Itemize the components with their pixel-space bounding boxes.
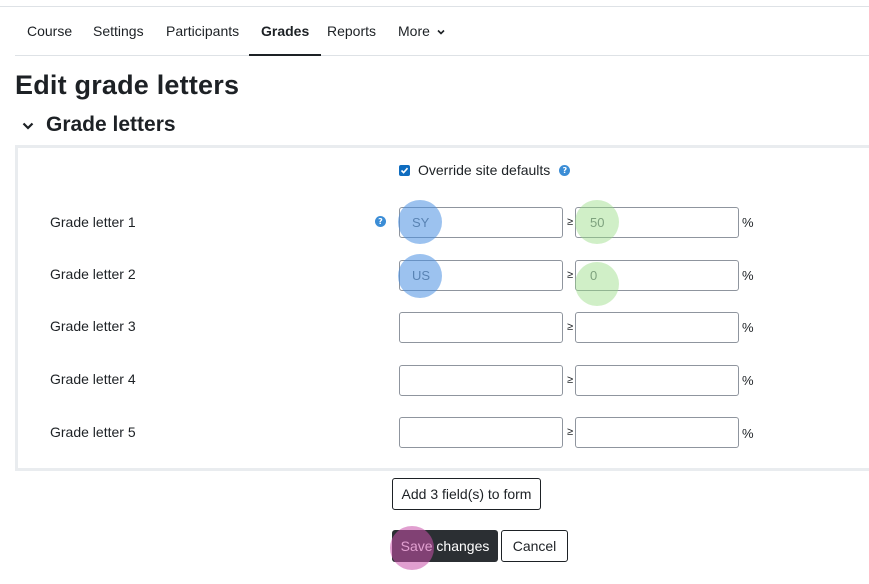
section-title: Grade letters (46, 113, 176, 136)
grade-letter-4-input[interactable] (399, 365, 563, 396)
nav-reports[interactable]: Reports (315, 7, 388, 55)
page-title: Edit grade letters (15, 70, 240, 100)
ge-symbol: ≥ (567, 321, 574, 333)
ge-symbol: ≥ (567, 374, 574, 386)
ge-symbol: ≥ (567, 269, 574, 281)
percent-symbol: % (742, 268, 754, 283)
help-icon[interactable]: ? (559, 164, 571, 176)
grade-letter-5-label: Grade letter 5 (50, 424, 136, 440)
add-fields-button[interactable]: Add 3 field(s) to form (392, 478, 541, 510)
percent-symbol: % (742, 320, 754, 335)
chevron-down-icon (437, 30, 445, 35)
check-icon (400, 167, 409, 174)
grade-boundary-1-input[interactable]: 50 (575, 207, 739, 238)
nav-course[interactable]: Course (15, 7, 84, 55)
grade-letter-2-input[interactable]: US (399, 260, 563, 291)
grade-letter-1-label: Grade letter 1 (50, 214, 136, 230)
help-icon[interactable]: ? (375, 216, 386, 227)
percent-symbol: % (742, 373, 754, 388)
section-toggle-grade-letters[interactable]: Grade letters (20, 110, 176, 140)
grade-boundary-2-input[interactable]: 0 (575, 260, 739, 291)
override-label: Override site defaults (418, 162, 551, 178)
grade-boundary-4-input[interactable] (575, 365, 739, 396)
grade-letter-2-label: Grade letter 2 (50, 266, 136, 282)
grade-letter-5-input[interactable] (399, 417, 563, 448)
nav-settings[interactable]: Settings (81, 7, 156, 55)
chevron-down-icon (22, 122, 34, 130)
percent-symbol: % (742, 426, 754, 441)
cancel-button[interactable]: Cancel (501, 530, 568, 562)
grade-letter-3-label: Grade letter 3 (50, 318, 136, 334)
nav-more[interactable]: More (386, 7, 458, 55)
nav-more-label: More (398, 23, 430, 39)
percent-symbol: % (742, 215, 754, 230)
grade-letter-4-label: Grade letter 4 (50, 371, 136, 387)
grade-letter-3-input[interactable] (399, 312, 563, 343)
override-checkbox[interactable] (399, 164, 410, 176)
nav-participants[interactable]: Participants (154, 7, 251, 55)
save-changes-button[interactable]: Save changes (392, 530, 498, 562)
ge-symbol: ≥ (567, 216, 574, 228)
override-site-defaults: Override site defaults ? (399, 162, 571, 178)
nav-grades[interactable]: Grades (249, 7, 322, 56)
ge-symbol: ≥ (567, 426, 574, 438)
grade-letter-1-input[interactable]: SY (399, 207, 563, 238)
grade-boundary-3-input[interactable] (575, 312, 739, 343)
grade-boundary-5-input[interactable] (575, 417, 739, 448)
secondary-navigation: Course Settings Participants Grades Repo… (15, 7, 869, 56)
